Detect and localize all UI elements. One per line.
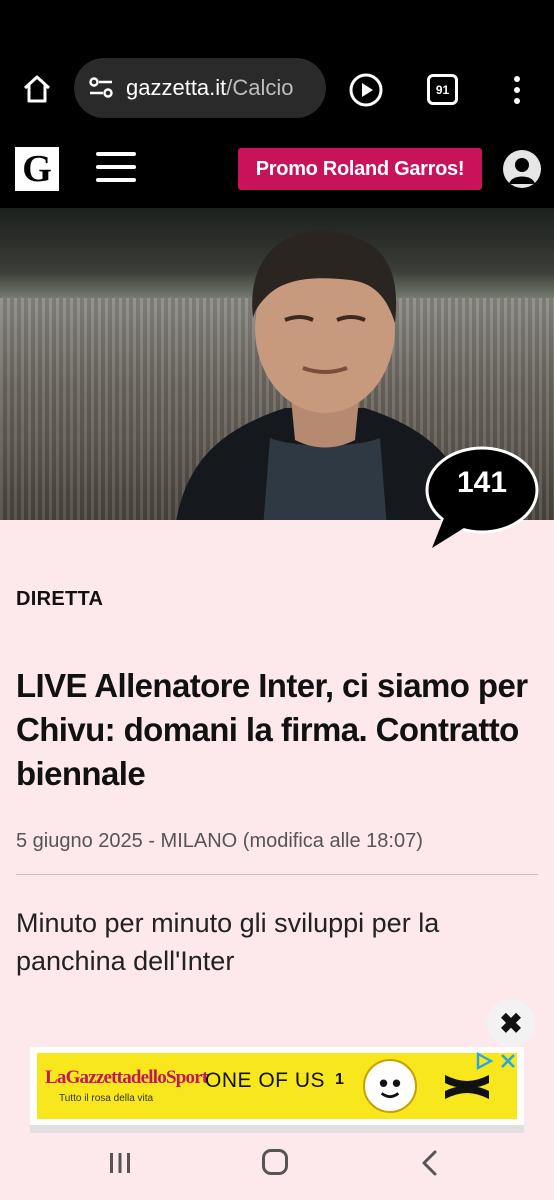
ad-dismiss-icon[interactable] [498, 1051, 518, 1071]
ad-product-title: ONE OF US [205, 1069, 326, 1092]
overflow-menu-icon[interactable] [505, 72, 529, 108]
article-headline: LIVE Allenatore Inter, ci siamo per Chiv… [16, 667, 528, 792]
ad-issue-number: 1 [335, 1071, 344, 1088]
url-text: gazzetta.it/Calcio [126, 75, 294, 101]
ad-tagline: Tutto il rosa della vita [59, 1093, 154, 1104]
ad-close-button[interactable]: ✖ [487, 999, 535, 1047]
ad-banner[interactable]: LaGazzettadelloSport Tutto il rosa della… [37, 1053, 517, 1119]
article-kicker: DIRETTA [16, 588, 104, 610]
divider [16, 874, 538, 875]
ad-choices[interactable] [474, 1050, 522, 1072]
article-dateline: 5 giugno 2025 - MILANO (modifica alle 18… [16, 830, 423, 852]
article-summary: Minuto per minuto gli sviluppi per la pa… [16, 908, 440, 976]
ad-choices-icon[interactable] [474, 1051, 494, 1071]
nav-home-icon[interactable] [262, 1149, 288, 1175]
content-strip [30, 1125, 524, 1133]
recents-icon[interactable] [108, 1151, 132, 1175]
promo-button[interactable]: Promo Roland Garros! [238, 148, 482, 190]
url-host: gazzetta.it [126, 75, 227, 100]
account-icon[interactable] [503, 150, 541, 188]
ad-mascot-icon [363, 1059, 417, 1113]
site-settings-icon[interactable] [86, 73, 116, 103]
home-icon[interactable] [18, 70, 56, 108]
ad-brand-logo: LaGazzettadelloSport [45, 1067, 208, 1088]
status-bar [0, 0, 554, 46]
back-icon[interactable] [418, 1149, 442, 1177]
site-logo[interactable]: G [15, 147, 59, 191]
site-header: G Promo Roland Garros! [0, 132, 554, 208]
hamburger-menu-icon[interactable] [96, 152, 136, 182]
system-nav-bar [0, 1133, 554, 1200]
url-path: /Calcio [226, 75, 294, 100]
sponsor-logo-icon [445, 1075, 489, 1099]
play-icon[interactable] [348, 72, 384, 108]
tab-switcher-button[interactable]: 91 [427, 74, 458, 105]
address-bar[interactable]: gazzetta.it/Calcio [74, 58, 326, 118]
comment-count[interactable]: 141 [424, 466, 540, 500]
browser-toolbar: gazzetta.it/Calcio 91 [0, 46, 554, 132]
